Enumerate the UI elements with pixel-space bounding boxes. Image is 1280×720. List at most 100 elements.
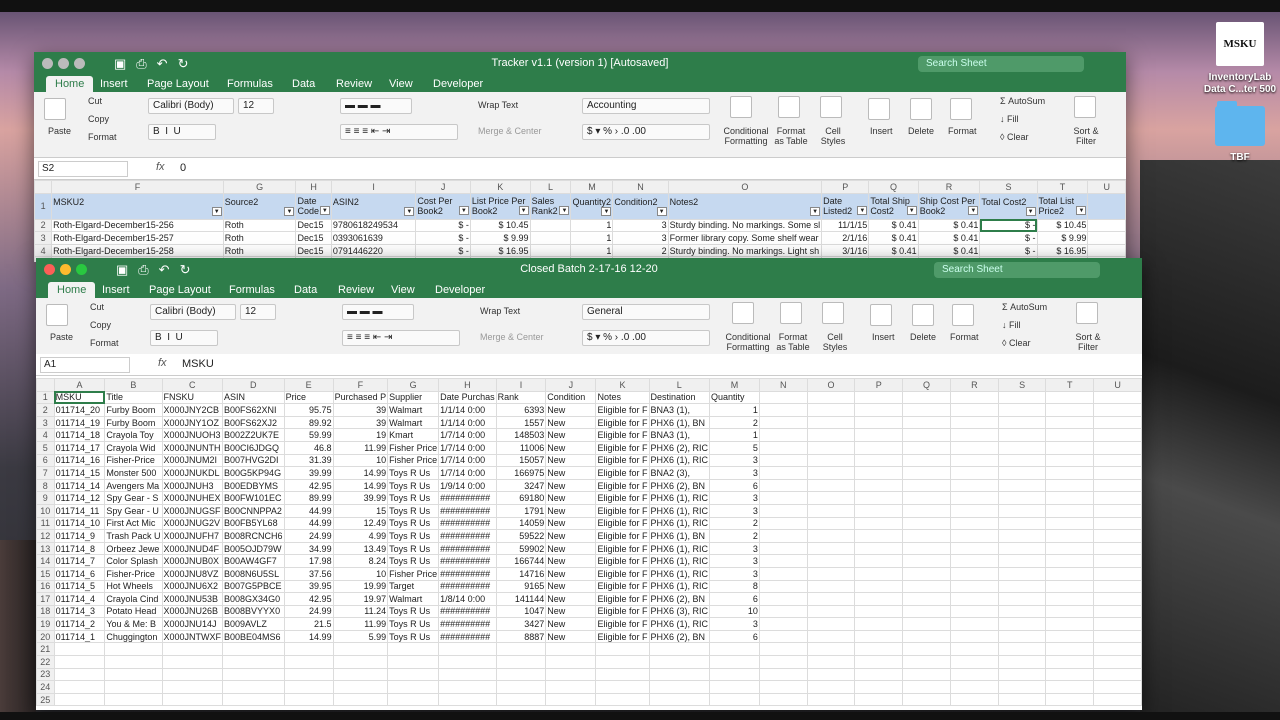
table-cell[interactable]: 8.24	[332, 554, 389, 568]
empty-cell[interactable]	[1045, 566, 1095, 581]
column-header[interactable]: I	[330, 180, 417, 194]
table-cell[interactable]: Dec15	[295, 243, 332, 258]
table-cell[interactable]: Fisher-Price	[104, 453, 163, 468]
table-cell[interactable]: 8	[709, 579, 760, 594]
table-cell[interactable]: 3/1/16	[821, 243, 870, 258]
table-cell[interactable]: X000JNU6X2	[161, 579, 224, 594]
table-cell[interactable]: Quantity	[709, 390, 760, 405]
empty-cell[interactable]	[648, 680, 711, 694]
empty-cell[interactable]	[997, 403, 1047, 417]
empty-cell[interactable]	[902, 503, 951, 518]
empty-cell[interactable]	[758, 617, 808, 631]
empty-cell[interactable]	[806, 390, 856, 405]
empty-cell[interactable]	[1045, 529, 1095, 543]
table-cell[interactable]: Orbeez Jewe	[104, 541, 163, 556]
column-header[interactable]: M	[709, 378, 760, 392]
empty-cell[interactable]	[902, 516, 951, 531]
table-cell[interactable]: 3	[709, 491, 760, 505]
table-cell[interactable]: Eligible for F	[595, 617, 650, 631]
column-header[interactable]: R	[949, 378, 999, 392]
empty-cell[interactable]	[222, 642, 285, 657]
table-cell[interactable]: Roth-Elgard-December15-258	[51, 243, 224, 258]
empty-cell[interactable]	[53, 692, 106, 707]
empty-cell[interactable]	[806, 554, 856, 568]
table-cell[interactable]: 011714_18	[53, 428, 106, 442]
table-cell[interactable]: Eligible for F	[595, 541, 650, 556]
table-cell[interactable]: $ 0.41	[868, 231, 919, 245]
table-cell[interactable]: 011714_14	[53, 478, 106, 493]
table-cell[interactable]: 44.99	[283, 503, 334, 518]
empty-cell[interactable]	[758, 541, 808, 556]
empty-cell[interactable]	[997, 440, 1047, 455]
row-header[interactable]: 6	[36, 453, 55, 468]
table-cell[interactable]: X000JNU53B	[161, 592, 224, 606]
table-cell[interactable]: Chuggington	[104, 629, 163, 644]
table-cell[interactable]: PHX6 (1), RIC	[648, 617, 711, 631]
empty-cell[interactable]	[222, 667, 285, 682]
table-cell[interactable]: 8887	[495, 629, 547, 644]
empty-cell[interactable]	[758, 503, 808, 518]
empty-cell[interactable]	[222, 655, 285, 669]
table-cell[interactable]: 1/7/14 0:00	[438, 428, 497, 442]
table-cell[interactable]: 14716	[495, 566, 547, 581]
empty-cell[interactable]	[758, 554, 808, 568]
empty-cell[interactable]	[806, 403, 856, 417]
table-cell[interactable]: PHX6 (1), RIC	[648, 491, 711, 505]
table-cell[interactable]: 011714_1	[53, 629, 106, 644]
empty-cell[interactable]	[222, 692, 285, 707]
empty-cell[interactable]	[997, 629, 1047, 644]
table-cell[interactable]: 1	[709, 403, 760, 417]
table-cell[interactable]: ##########	[438, 554, 497, 568]
empty-cell[interactable]	[902, 680, 951, 694]
table-cell[interactable]: PHX6 (1), RIC	[648, 566, 711, 581]
row-header[interactable]: 14	[36, 554, 55, 568]
row-header[interactable]: 3	[36, 415, 55, 430]
table-cell[interactable]: 148503	[495, 428, 547, 442]
table-cell[interactable]: 39.95	[283, 579, 334, 594]
empty-cell[interactable]	[854, 680, 904, 694]
filter-dropdown-icon[interactable]: ▼	[559, 206, 570, 216]
row-header[interactable]: 13	[36, 541, 55, 556]
header-cell[interactable]: Ship Cost Per Book2 ▼	[917, 192, 981, 220]
empty-cell[interactable]	[283, 667, 334, 682]
font-size-select[interactable]: 12	[240, 304, 276, 320]
table-cell[interactable]: $ 16.95	[469, 243, 531, 258]
empty-cell[interactable]	[1093, 491, 1142, 505]
tab-formulas[interactable]: Formulas	[227, 76, 273, 92]
column-header[interactable]: N	[758, 378, 808, 392]
filter-dropdown-icon[interactable]: ▼	[404, 206, 415, 216]
table-cell[interactable]: 6	[709, 592, 760, 606]
empty-cell[interactable]	[902, 667, 951, 682]
table-cell[interactable]: Monster 500	[104, 466, 163, 480]
table-cell[interactable]: X000JNY1OZ	[161, 415, 224, 430]
table-cell[interactable]: B008RCNCH6	[222, 529, 285, 543]
table-cell[interactable]: Destination	[648, 390, 711, 405]
column-header[interactable]: J	[415, 180, 471, 194]
empty-cell[interactable]	[438, 667, 497, 682]
empty-cell[interactable]	[806, 629, 856, 644]
table-cell[interactable]: X000JNUHEX	[161, 491, 224, 505]
empty-cell[interactable]	[806, 680, 856, 694]
row-header[interactable]: 10	[36, 503, 55, 518]
empty-cell[interactable]	[1045, 667, 1095, 682]
empty-cell[interactable]	[1093, 390, 1142, 405]
table-cell[interactable]: X000JNU14J	[161, 617, 224, 631]
empty-cell[interactable]	[949, 503, 999, 518]
column-header[interactable]: F	[332, 378, 389, 392]
empty-cell[interactable]	[1093, 629, 1142, 644]
bold-italic-underline[interactable]: B I U	[150, 330, 218, 346]
table-cell[interactable]: 34.99	[283, 541, 334, 556]
empty-cell[interactable]	[1093, 617, 1142, 631]
empty-cell[interactable]	[949, 680, 999, 694]
empty-cell[interactable]	[854, 692, 904, 707]
tab-insert[interactable]: Insert	[100, 76, 128, 92]
fx-icon[interactable]: fx	[158, 357, 167, 369]
wrap-text-button[interactable]: Wrap Text	[478, 100, 518, 110]
table-cell[interactable]: X000JNY2CB	[161, 403, 224, 417]
empty-cell[interactable]	[997, 642, 1047, 657]
table-cell[interactable]: You & Me: B	[104, 617, 163, 631]
table-cell[interactable]: $ 9.99	[1036, 231, 1089, 245]
empty-cell[interactable]	[902, 466, 951, 480]
table-cell[interactable]: Toys R Us	[387, 529, 440, 543]
empty-cell[interactable]	[949, 604, 999, 619]
